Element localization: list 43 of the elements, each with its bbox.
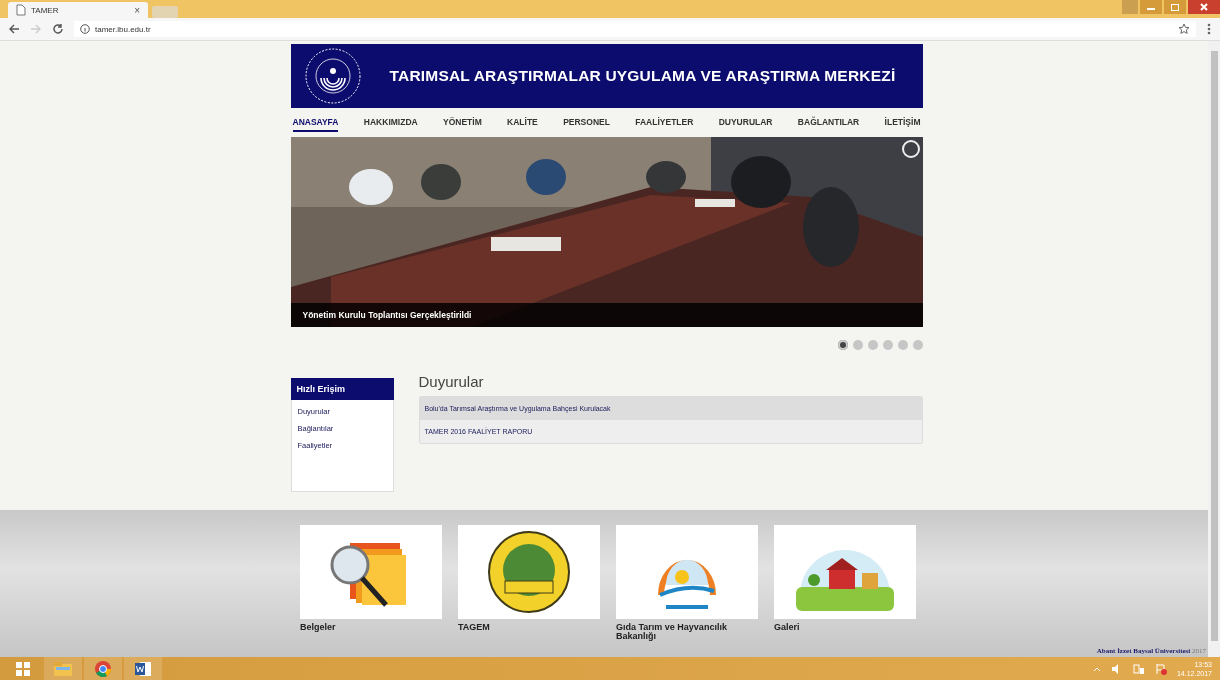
panel-title: Hızlı Erişim	[290, 378, 394, 400]
star-icon[interactable]	[1178, 23, 1190, 35]
nav-link[interactable]: BAĞLANTILAR	[797, 114, 860, 132]
slide-caption: Yönetim Kurulu Toplantısı Gerçekleştirildi	[290, 303, 923, 327]
browser-tab[interactable]: TAMER ×	[8, 2, 148, 18]
site-title: TARIMSAL ARAŞTIRMALAR UYGULAMA VE ARAŞTIRMA MERKEZİ	[389, 67, 896, 85]
reload-icon[interactable]	[52, 23, 64, 35]
forward-icon[interactable]	[30, 23, 42, 35]
tile-label[interactable]: TAGEM	[458, 623, 490, 632]
nav-link[interactable]: HAKKIMIZDA	[363, 114, 418, 132]
address-bar[interactable]: tamer.ibu.edu.tr	[74, 21, 1196, 37]
network-icon[interactable]	[1132, 662, 1145, 675]
nav-link[interactable]: KALİTE	[507, 114, 538, 132]
slide-dot[interactable]	[882, 340, 893, 350]
nav-link[interactable]: PERSONEL	[563, 114, 610, 132]
back-icon[interactable]	[8, 23, 20, 35]
page-icon	[16, 4, 26, 16]
nav-link[interactable]: DUYURULAR	[718, 114, 773, 132]
nav-link[interactable]: YÖNETİM	[443, 114, 482, 132]
section-title: Duyurular	[418, 373, 485, 390]
slide-dot[interactable]	[867, 340, 878, 350]
close-icon[interactable]	[1188, 0, 1220, 14]
flag-icon[interactable]	[1154, 662, 1167, 675]
menu-icon[interactable]	[1206, 22, 1212, 36]
tile-label[interactable]: Galeri	[774, 623, 800, 632]
tab-title: TAMER	[31, 5, 60, 15]
restore-icon[interactable]	[1164, 0, 1186, 14]
nav-link[interactable]: FAALİYETLER	[635, 114, 694, 132]
word-icon[interactable]	[124, 657, 162, 680]
tile-label[interactable]: Belgeler	[300, 623, 336, 632]
minimize-icon[interactable]	[1140, 0, 1162, 14]
folder-icon[interactable]	[44, 657, 82, 680]
slide-dot[interactable]	[897, 340, 908, 350]
slide-dot[interactable]	[912, 340, 923, 350]
university-seal-icon	[303, 47, 362, 105]
nav-link[interactable]: İLETİŞİM	[884, 114, 921, 132]
info-icon	[80, 24, 90, 34]
tile-label[interactable]: Gıda Tarım ve Hayvancılık Bakanlığı	[616, 623, 758, 641]
nav-link[interactable]: ANASAYFA	[292, 114, 339, 132]
slide-dot[interactable]	[852, 340, 863, 350]
scrollbar[interactable]	[1208, 41, 1220, 657]
slide-dot[interactable]	[837, 340, 848, 350]
close-icon[interactable]: ×	[134, 4, 140, 16]
